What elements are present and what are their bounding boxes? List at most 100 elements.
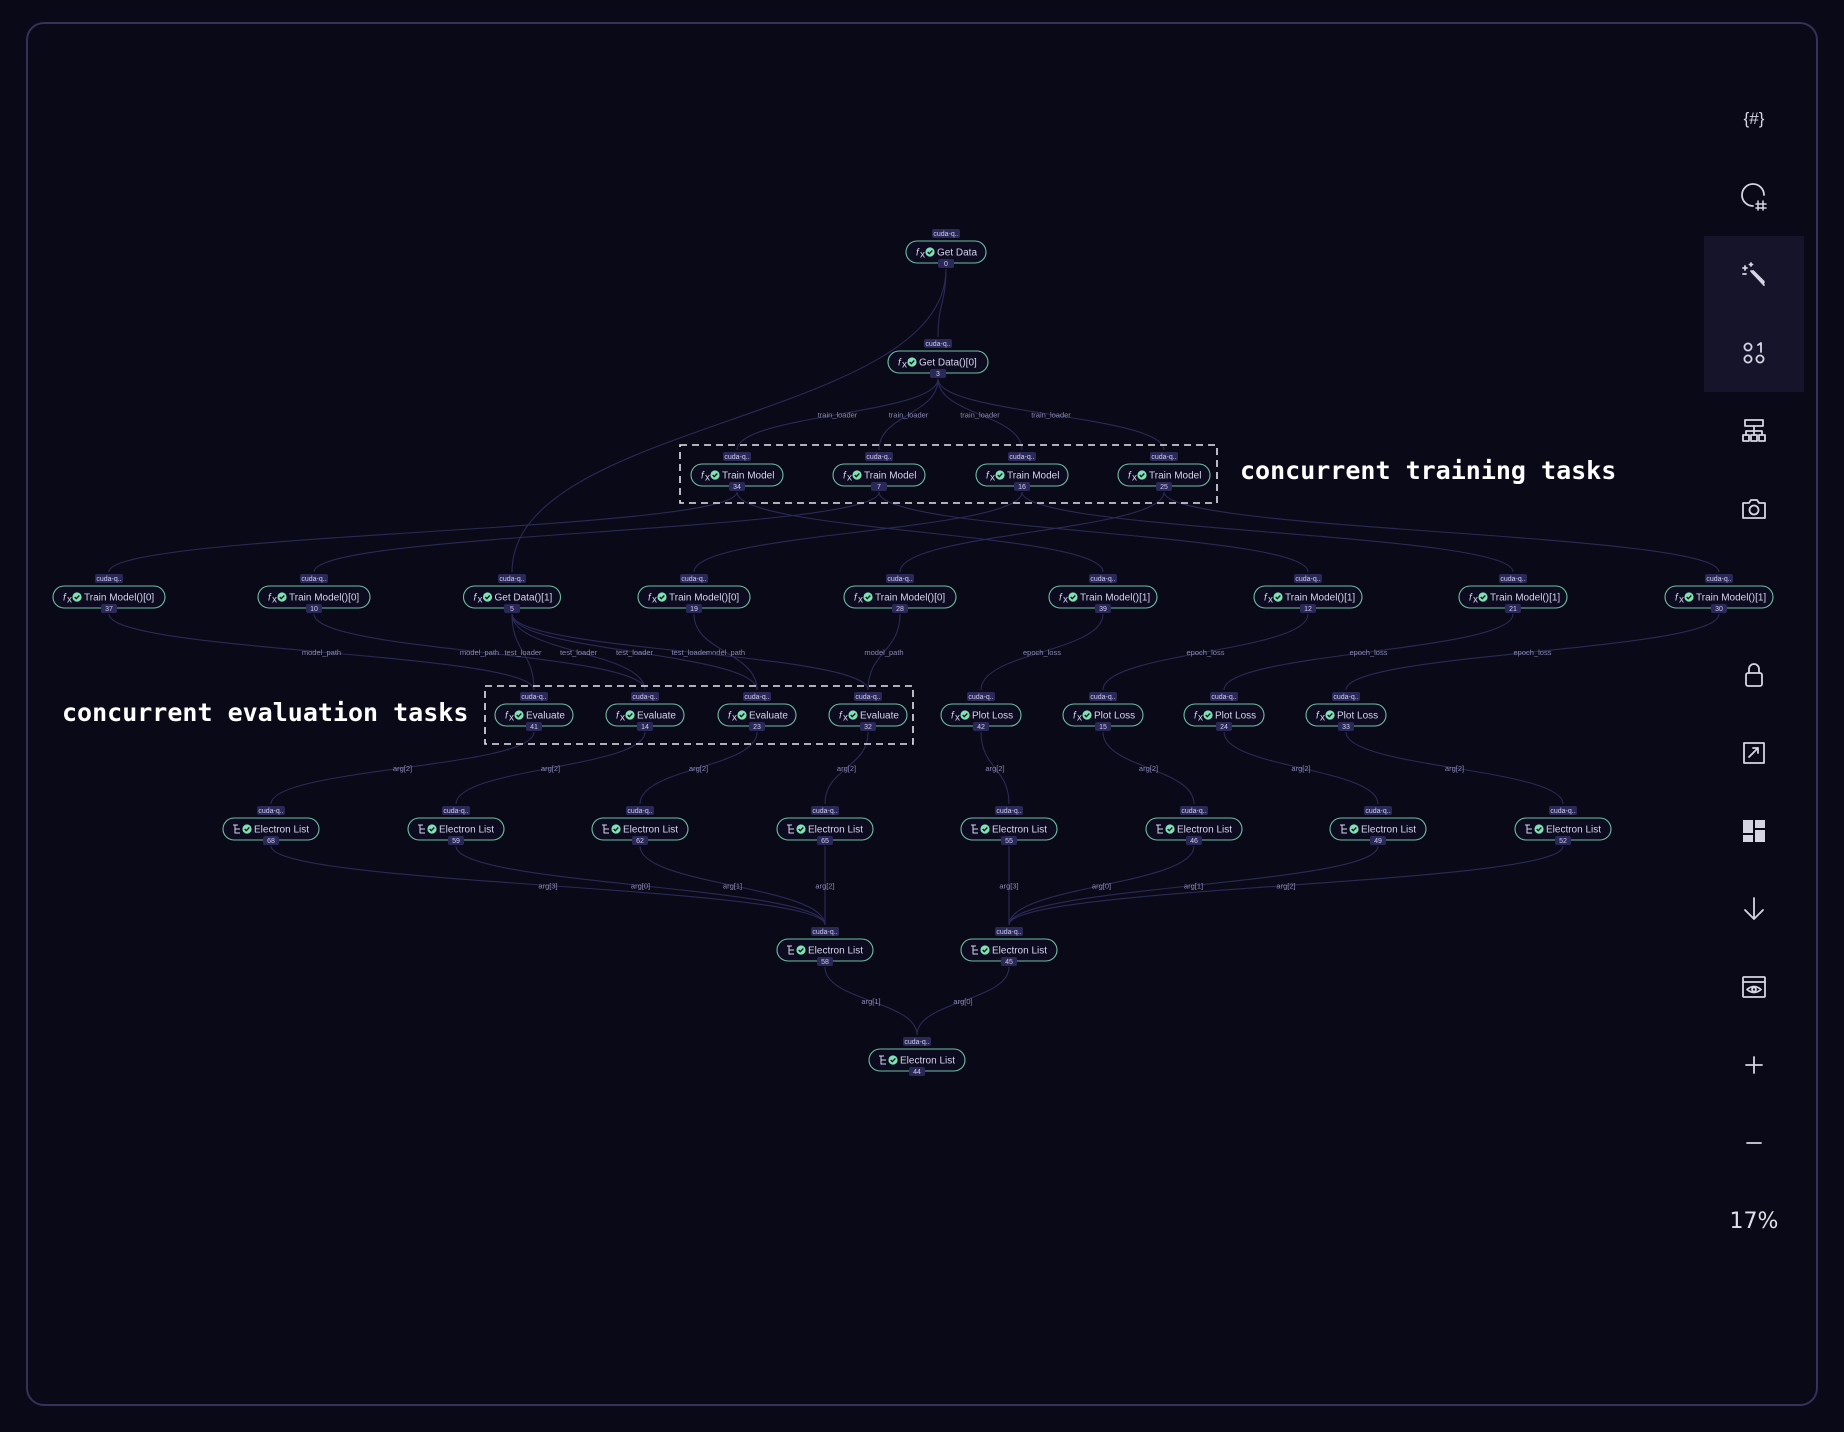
search-hash-icon <box>1741 183 1767 211</box>
edge-label: arg[3] <box>538 882 557 891</box>
check-circle-icon <box>1478 592 1488 602</box>
graph-node[interactable]: cuda-q..f x Evaluate23 <box>717 692 797 731</box>
graph-node[interactable]: cuda-q.. Electron List 65 <box>776 806 874 845</box>
graph-node[interactable]: cuda-q..f x Get Data0 <box>905 229 987 268</box>
check-circle-icon <box>980 824 990 834</box>
edge-label: arg[3] <box>999 882 1018 891</box>
layout-button[interactable] <box>1704 392 1804 470</box>
node-label: Plot Loss <box>1337 711 1378 722</box>
graph-node[interactable]: cuda-q.. Electron List 46 <box>1145 806 1243 845</box>
graph-node[interactable]: cuda-q..f x Train Model()[0]10 <box>257 574 371 613</box>
graph-node[interactable]: cuda-q.. Electron List 45 <box>960 927 1058 966</box>
node-label: Train Model()[1] <box>1285 593 1355 604</box>
edge-n34-n37 <box>108 491 738 573</box>
node-label: Electron List <box>992 825 1047 836</box>
check-circle-icon <box>242 824 252 834</box>
graph-node[interactable]: cuda-q.. Electron List 52 <box>1514 806 1612 845</box>
edge-label: model_path <box>864 648 903 657</box>
highlight-button[interactable] <box>1704 236 1804 314</box>
node-label: Train Model()[0] <box>669 593 739 604</box>
screenshot-button[interactable] <box>1704 470 1804 548</box>
edge-label: arg[2] <box>1276 882 1295 891</box>
graph-node[interactable]: cuda-q..f x Train Model()[1]12 <box>1253 574 1363 613</box>
graph-node[interactable]: cuda-q..f x Plot Loss42 <box>940 692 1022 731</box>
check-circle-icon <box>1082 710 1092 720</box>
dashboard-icon <box>1743 820 1765 842</box>
graph-node[interactable]: cuda-q.. Electron List 59 <box>407 806 505 845</box>
graph-node[interactable]: cuda-q..f x Plot Loss15 <box>1062 692 1144 731</box>
check-circle-icon <box>72 592 82 602</box>
camera-icon <box>1742 499 1766 519</box>
edge-label: arg[2] <box>1291 764 1310 773</box>
node-label: Electron List <box>1546 825 1601 836</box>
check-circle-icon <box>1349 824 1359 834</box>
lock-button[interactable] <box>1704 636 1804 714</box>
graph-node[interactable]: cuda-q..f x Evaluate41 <box>494 692 574 731</box>
graph-node[interactable]: cuda-q..f x Train Model()[0]37 <box>52 574 166 613</box>
graph-node[interactable]: cuda-q..f x Train Model()[1]39 <box>1048 574 1158 613</box>
graph-node[interactable]: cuda-q..f x Train Model()[0]28 <box>843 574 957 613</box>
edge-label: train_loader <box>818 411 858 420</box>
svg-text:x: x <box>1198 713 1203 724</box>
node-number: 10 <box>310 606 318 613</box>
zoom-out-button[interactable] <box>1704 1104 1804 1182</box>
search-hash-button[interactable] <box>1704 158 1804 236</box>
graph-node[interactable]: cuda-q..f x Train Model34 <box>690 452 784 491</box>
check-circle-icon <box>1534 824 1544 834</box>
node-number: 65 <box>821 838 829 845</box>
graph-node[interactable]: cuda-q.. Electron List 68 <box>222 806 320 845</box>
graph-node[interactable]: cuda-q..f x Train Model25 <box>1117 452 1211 491</box>
node-number: 30 <box>1715 606 1723 613</box>
graph-node[interactable]: cuda-q..f x Plot Loss24 <box>1183 692 1265 731</box>
eye-icon <box>1742 976 1766 998</box>
node-label: Electron List <box>900 1056 955 1067</box>
minimap-button[interactable] <box>1704 792 1804 870</box>
graph-node[interactable]: cuda-q.. Electron List 44 <box>868 1037 966 1076</box>
graph-node[interactable]: cuda-q.. Electron List 49 <box>1329 806 1427 845</box>
zoom-in-button[interactable] <box>1704 1026 1804 1104</box>
check-circle-icon <box>427 824 437 834</box>
direction-button[interactable] <box>1704 870 1804 948</box>
check-circle-icon <box>863 592 873 602</box>
fit-view-icon <box>1743 742 1765 764</box>
node-number: 46 <box>1190 838 1198 845</box>
node-number: 39 <box>1099 606 1107 613</box>
labels-button[interactable] <box>1704 314 1804 392</box>
graph-node[interactable]: cuda-q..f x Get Data()[1]5 <box>462 574 562 613</box>
fit-view-button[interactable] <box>1704 714 1804 792</box>
check-circle-icon <box>737 710 747 720</box>
graph-node[interactable]: cuda-q..f x Get Data()[0]3 <box>887 339 989 378</box>
graph-node[interactable]: cuda-q..f x Plot Loss33 <box>1305 692 1387 731</box>
graph-node[interactable]: cuda-q..f x Evaluate32 <box>828 692 908 731</box>
executor-tag: cuda-q.. <box>812 808 837 815</box>
graph-node[interactable]: cuda-q..f x Train Model()[0]19 <box>637 574 751 613</box>
executor-tag: cuda-q.. <box>681 576 706 583</box>
check-circle-icon <box>710 470 720 480</box>
svg-text:x: x <box>1132 473 1137 484</box>
graph-node[interactable]: cuda-q.. Electron List 62 <box>591 806 689 845</box>
executor-tag: cuda-q.. <box>1009 454 1034 461</box>
executor-tag: cuda-q.. <box>1295 576 1320 583</box>
node-number: 59 <box>452 838 460 845</box>
graph-node[interactable]: cuda-q.. Electron List 55 <box>960 806 1058 845</box>
svg-text:x: x <box>67 595 72 606</box>
node-number: 3 <box>936 371 940 378</box>
graph-node[interactable]: cuda-q..f x Evaluate14 <box>605 692 685 731</box>
executor-tag: cuda-q.. <box>301 576 326 583</box>
graph-node[interactable]: cuda-q..f x Train Model()[1]30 <box>1664 574 1774 613</box>
graph-node[interactable]: cuda-q.. Electron List 58 <box>776 927 874 966</box>
executor-tag: cuda-q.. <box>1500 576 1525 583</box>
check-circle-icon <box>796 824 806 834</box>
svg-text:x: x <box>1679 595 1684 606</box>
svg-text:x: x <box>509 713 514 724</box>
graph-node[interactable]: cuda-q..f x Train Model16 <box>975 452 1069 491</box>
svg-text:x: x <box>652 595 657 606</box>
node-label: Plot Loss <box>972 711 1013 722</box>
graph-node[interactable]: cuda-q..f x Train Model7 <box>832 452 926 491</box>
svg-text:x: x <box>1063 595 1068 606</box>
parameters-button[interactable]: {#} <box>1704 80 1804 158</box>
graph-node[interactable]: cuda-q..f x Train Model()[1]21 <box>1458 574 1568 613</box>
edge-label: epoch_loss <box>1187 648 1225 657</box>
edge-label: test_loader <box>616 648 654 657</box>
preview-button[interactable] <box>1704 948 1804 1026</box>
